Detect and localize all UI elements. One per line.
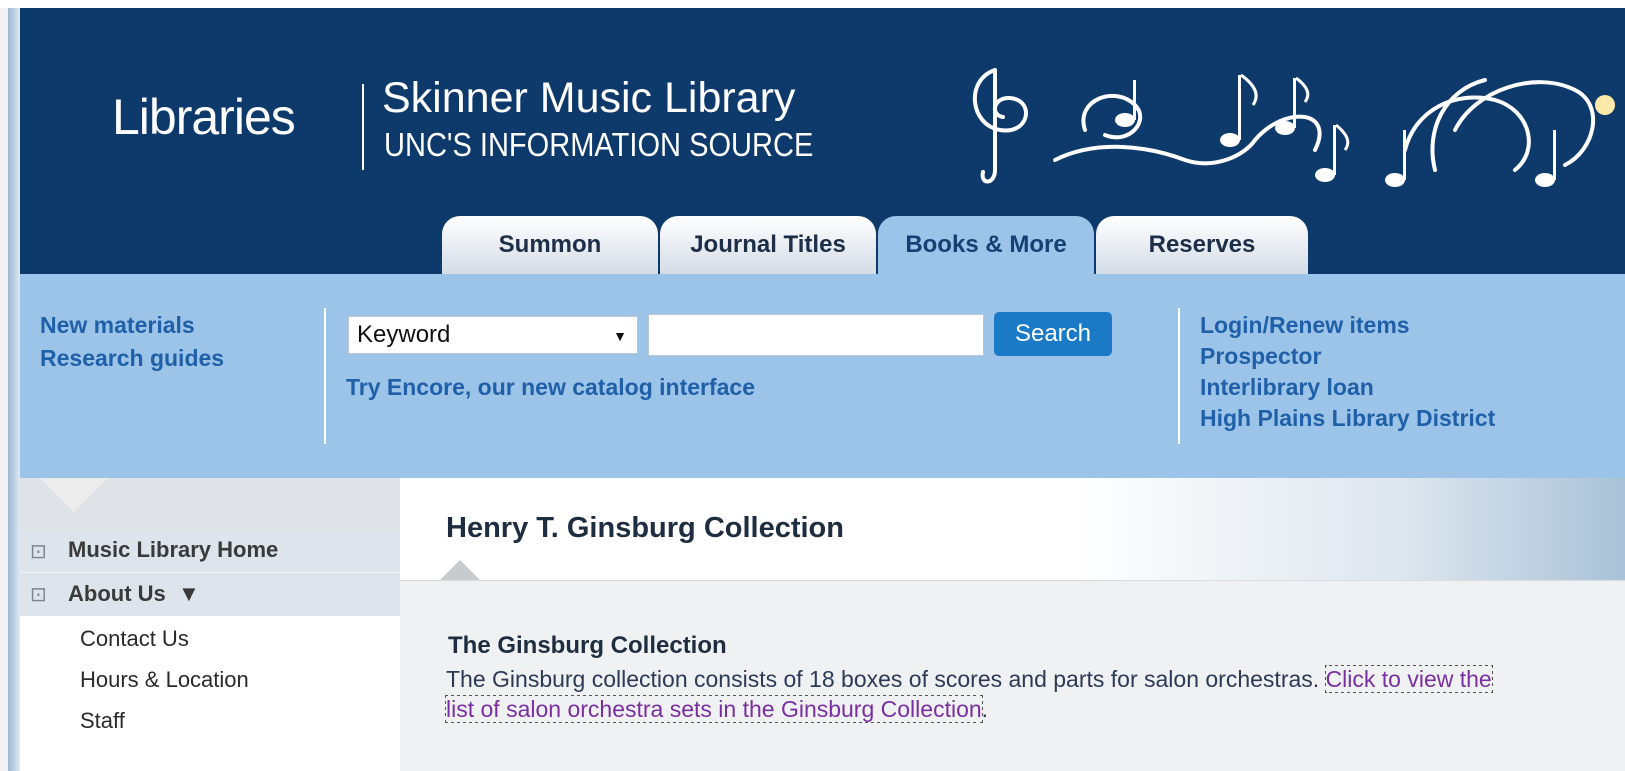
edge-shadow xyxy=(8,8,20,771)
site-subtitle: UNC'S INFORMATION SOURCE xyxy=(384,126,814,163)
sidebar-item-music-library-home[interactable]: ⊡ Music Library Home xyxy=(20,530,400,573)
description-text: The Ginsburg collection consists of 18 b… xyxy=(446,666,1326,692)
sidebar: ⊡ Music Library Home ⊡ About Us ▼ Contac… xyxy=(20,478,400,771)
search-divider-left xyxy=(324,308,326,444)
login-renew-link[interactable]: Login/Renew items xyxy=(1200,312,1410,339)
high-plains-link[interactable]: High Plains Library District xyxy=(1200,405,1495,432)
encore-link[interactable]: Try Encore, our new catalog interface xyxy=(346,374,755,401)
sidebar-item-about-us[interactable]: ⊡ About Us ▼ xyxy=(20,573,400,617)
content-notch xyxy=(440,560,480,580)
interlibrary-loan-link[interactable]: Interlibrary loan xyxy=(1200,374,1374,401)
main-content: Henry T. Ginsburg Collection The Ginsbur… xyxy=(400,478,1625,771)
logo-divider xyxy=(362,84,364,170)
about-us-submenu: Contact Us Hours & Location Staff xyxy=(20,616,400,771)
page-title: Henry T. Ginsburg Collection xyxy=(446,512,844,544)
page: Libraries Skinner Music Library UNC'S IN… xyxy=(0,0,1625,771)
research-guides-link[interactable]: Research guides xyxy=(40,345,224,372)
description-end: . xyxy=(981,696,989,722)
content-header: Henry T. Ginsburg Collection xyxy=(400,478,1625,581)
left-strip xyxy=(0,8,8,771)
search-divider-right xyxy=(1178,308,1180,444)
sidebar-notch xyxy=(40,478,108,512)
section-title: The Ginsburg Collection xyxy=(448,632,727,659)
tab-books-and-more[interactable]: Books & More xyxy=(878,216,1094,274)
expand-arrow-icon: ▼ xyxy=(178,581,200,606)
sidebar-item-staff[interactable]: Staff xyxy=(80,708,125,734)
tab-summon[interactable]: Summon xyxy=(442,216,658,274)
tab-reserves[interactable]: Reserves xyxy=(1096,216,1308,274)
prospector-link[interactable]: Prospector xyxy=(1200,343,1321,370)
external-page-icon: ⊡ xyxy=(30,541,47,563)
sidebar-item-contact-us[interactable]: Contact Us xyxy=(80,626,189,652)
sidebar-item-label: Music Library Home xyxy=(68,537,279,562)
music-notes-ornament-icon xyxy=(972,68,1615,187)
external-page-icon: ⊡ xyxy=(30,584,47,606)
new-materials-link[interactable]: New materials xyxy=(40,312,195,339)
search-type-value: Keyword xyxy=(357,321,451,348)
search-panel xyxy=(20,274,1625,478)
tab-journal-titles[interactable]: Journal Titles xyxy=(660,216,876,274)
search-button[interactable]: Search xyxy=(994,312,1112,356)
caret-down-icon: ▼ xyxy=(613,328,627,344)
sidebar-item-label: About Us ▼ xyxy=(68,581,200,606)
search-input[interactable] xyxy=(648,314,984,356)
collection-description: The Ginsburg collection consists of 18 b… xyxy=(445,664,1506,724)
search-type-select[interactable]: Keyword ▼ xyxy=(348,316,638,354)
top-strip xyxy=(0,0,1625,8)
sidebar-item-hours-location[interactable]: Hours & Location xyxy=(80,667,249,693)
site-title[interactable]: Skinner Music Library xyxy=(382,74,795,122)
libraries-logo[interactable]: Libraries xyxy=(112,88,296,146)
